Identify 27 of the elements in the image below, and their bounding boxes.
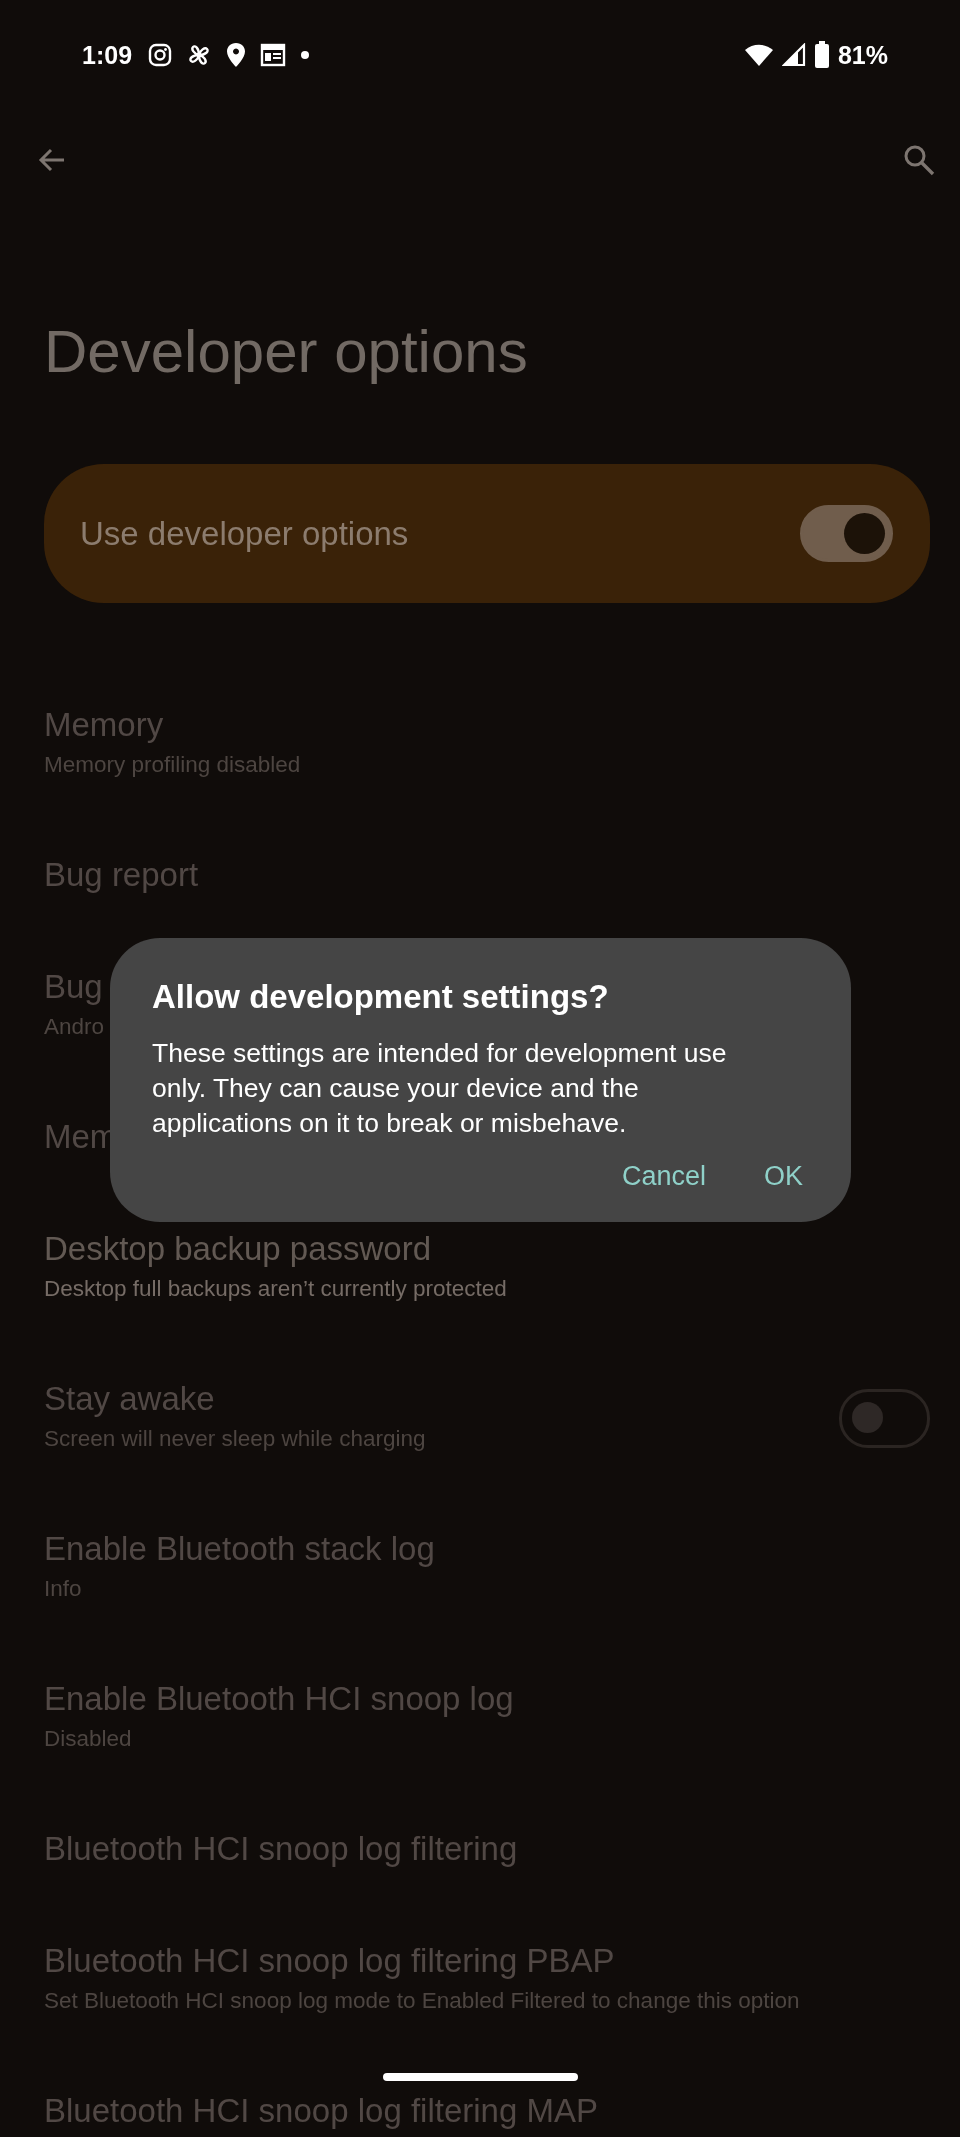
battery-icon bbox=[813, 41, 830, 69]
dot-icon bbox=[300, 50, 311, 60]
search-icon bbox=[902, 143, 936, 177]
ok-button[interactable]: OK bbox=[750, 1151, 817, 1202]
toggle-switch[interactable] bbox=[800, 505, 893, 562]
location-pin-icon bbox=[226, 42, 247, 68]
setting-summary: Memory profiling disabled bbox=[44, 751, 301, 779]
setting-summary: Info bbox=[44, 1575, 83, 1603]
cancel-button[interactable]: Cancel bbox=[607, 1151, 720, 1202]
setting-summary: Screen will never sleep while charging bbox=[44, 1425, 426, 1453]
setting-summary: Andro bbox=[44, 1013, 105, 1041]
home-handle[interactable] bbox=[383, 2073, 578, 2081]
dialog-title: Allow development settings? bbox=[152, 977, 610, 1017]
setting-summary: Set Bluetooth HCI snoop log mode to Enabled Filtered to change this option bbox=[44, 1987, 800, 2015]
signal-icon bbox=[781, 43, 806, 67]
setting-summary: Desktop full backups aren’t currently protected bbox=[44, 1275, 507, 1303]
dialog-message: These settings are intended for development use only. They can cause your device and the applications on it to break or misbehave. bbox=[152, 1037, 728, 1140]
camera-icon bbox=[148, 43, 173, 67]
clock-time: 1:09 bbox=[82, 40, 133, 70]
main-switch-card[interactable]: Use developer options bbox=[44, 464, 930, 603]
battery-percent: 81% bbox=[837, 40, 888, 70]
newspaper-icon bbox=[260, 43, 287, 67]
setting-summary: Disabled bbox=[44, 1725, 133, 1753]
main-switch-label: Use developer options bbox=[80, 514, 409, 553]
setting-title[interactable]: Desktop backup password bbox=[44, 1226, 507, 1271]
wifi-icon bbox=[743, 43, 774, 67]
page-title: Developer options bbox=[44, 317, 529, 387]
